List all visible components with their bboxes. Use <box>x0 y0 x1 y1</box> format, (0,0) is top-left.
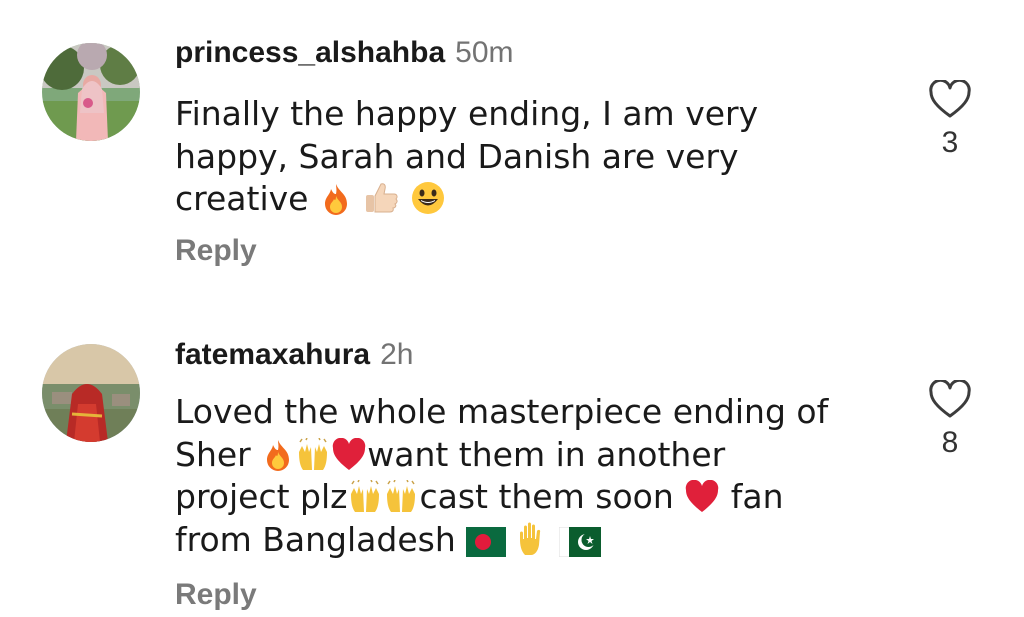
comment-line: Loved the whole masterpiece ending of <box>175 392 829 431</box>
comment-line-text: project plz <box>175 477 348 516</box>
red-heart-emoji <box>331 437 367 472</box>
comment-line: Finally the happy ending, I am very <box>175 94 759 133</box>
comment-header: princess_alshahba 50m <box>175 36 514 70</box>
comment-line-text: Sher <box>175 434 251 474</box>
pakistan-flag-emoji <box>559 526 602 557</box>
comment-line: from Bangladesh <box>175 519 875 562</box>
raising-hands-emoji <box>347 480 383 514</box>
comment-line-text: creative <box>175 179 309 218</box>
comment-line-text: cast them soon <box>419 477 674 516</box>
username[interactable]: princess_alshahba <box>175 36 445 69</box>
timestamp: 50m <box>455 36 514 69</box>
thumbs-up-emoji <box>363 180 399 216</box>
like-count: 3 <box>941 126 959 159</box>
heart-outline-icon[interactable] <box>922 380 978 420</box>
comment-header: fatemaxahura 2h <box>175 338 413 372</box>
bangladesh-flag-emoji <box>466 526 507 557</box>
comment-line-text: from Bangladesh <box>175 519 456 559</box>
reply-button[interactable]: Reply <box>175 578 257 612</box>
raising-hands-emoji <box>383 480 419 514</box>
comment-text: Loved the whole masterpiece ending of Sh… <box>175 391 875 561</box>
heart-outline-icon[interactable] <box>922 80 978 120</box>
comment-line-text: fan <box>730 477 784 516</box>
comment-line: Sher want them in another <box>175 434 875 477</box>
comment-line: happy, Sarah and Danish are very <box>175 136 739 176</box>
timestamp: 2h <box>380 338 414 371</box>
smiling-face-emoji <box>410 180 446 216</box>
fire-emoji <box>261 438 295 472</box>
raising-hands-emoji <box>295 437 331 472</box>
username[interactable]: fatemaxahura <box>175 338 370 371</box>
like-column: 8 <box>922 380 978 460</box>
avatar[interactable] <box>42 344 140 442</box>
avatar[interactable] <box>42 43 140 141</box>
reply-button[interactable]: Reply <box>175 234 257 268</box>
comment-line: creative <box>175 178 875 221</box>
like-column: 3 <box>922 80 978 160</box>
comment-line-text: want them in another <box>367 434 726 474</box>
comment-line: project plz cast them soon fan <box>175 476 875 519</box>
comment-text: Finally the happy ending, I am very happ… <box>175 93 875 221</box>
red-heart-emoji <box>684 480 720 514</box>
raised-hand-emoji <box>517 521 549 557</box>
like-count: 8 <box>941 426 959 459</box>
fire-emoji <box>319 182 353 216</box>
comments-list: princess_alshahba 50m Finally the happy e… <box>0 0 1024 617</box>
